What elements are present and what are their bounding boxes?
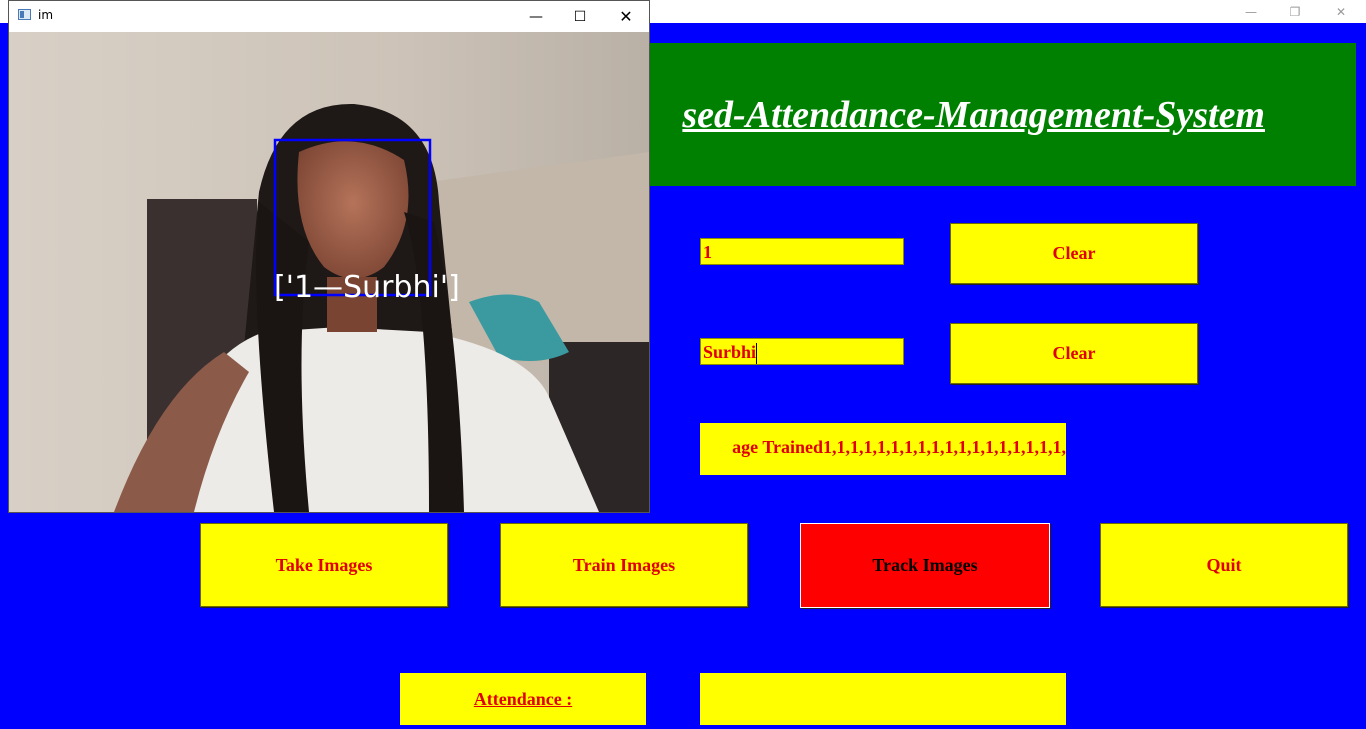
track-images-button[interactable]: Track Images [800, 523, 1050, 608]
name-input-value: Surbhi [703, 342, 757, 362]
enter-id-input[interactable]: 1 [700, 238, 904, 265]
clear-name-button[interactable]: Clear [950, 323, 1198, 384]
attendance-table [700, 673, 1066, 725]
notification-message: age Trained1,1,1,1,1,1,1,1,1,1,1,1,1,1,1… [700, 423, 1066, 475]
camera-window[interactable]: im — ☐ ✕ ['1—Surbhi'] [8, 0, 650, 513]
camera-window-title: im [38, 8, 54, 22]
text-cursor [756, 342, 758, 364]
quit-button[interactable]: Quit [1100, 523, 1348, 607]
clear-id-button[interactable]: Clear [950, 223, 1198, 284]
take-images-button[interactable]: Take Images [200, 523, 448, 607]
notification-text: age Trained1,1,1,1,1,1,1,1,1,1,1,1,1,1,1… [732, 437, 1066, 457]
attendance-label: Attendance : [473, 688, 573, 709]
main-close-button[interactable]: ✕ [1318, 0, 1364, 23]
camera-feed: ['1—Surbhi'] [9, 32, 649, 512]
face-detection-label: ['1—Surbhi'] [274, 270, 460, 305]
camera-window-titlebar[interactable]: im — ☐ ✕ [9, 1, 649, 32]
main-restore-button[interactable]: ❐ [1272, 0, 1318, 23]
app-heading-text: sed-Attendance-Management-System [682, 93, 1265, 136]
camera-minimize-button[interactable]: — [513, 1, 559, 32]
camera-close-button[interactable]: ✕ [603, 1, 649, 32]
camera-maximize-button[interactable]: ☐ [557, 1, 603, 32]
attendance-label-box: Attendance : [400, 673, 646, 725]
app-heading-banner: sed-Attendance-Management-System [618, 43, 1356, 186]
train-images-button[interactable]: Train Images [500, 523, 748, 607]
window-app-icon [18, 9, 31, 20]
camera-frame: ['1—Surbhi'] [9, 32, 649, 512]
enter-name-input[interactable]: Surbhi [700, 338, 904, 365]
main-minimize-button[interactable]: — [1228, 0, 1274, 23]
